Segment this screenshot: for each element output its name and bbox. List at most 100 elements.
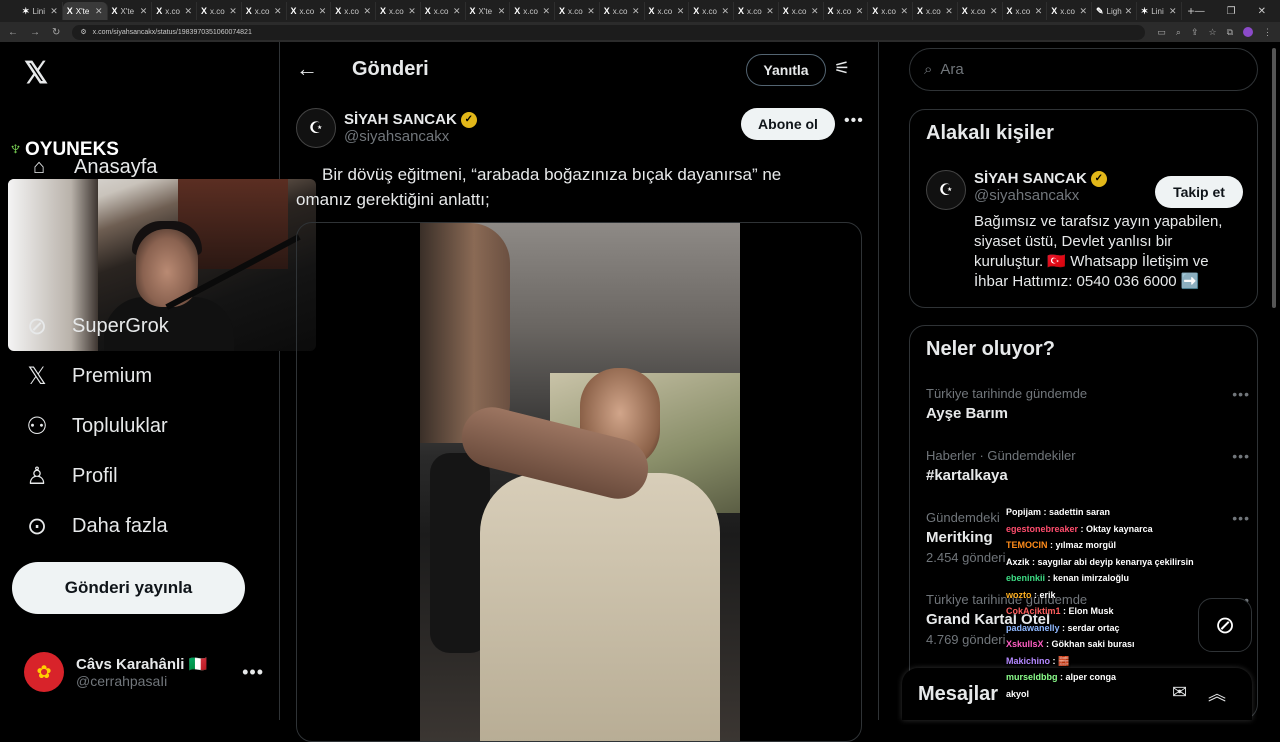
browser-tab[interactable]: X X'te ✕ bbox=[62, 2, 108, 20]
search-input[interactable]: ⌕ Ara bbox=[909, 48, 1258, 91]
tab-close-icon[interactable]: ✕ bbox=[721, 6, 729, 17]
scrollbar[interactable] bbox=[1272, 48, 1276, 308]
browser-tab[interactable]: ✶ Lini ✕ bbox=[1137, 2, 1182, 20]
browser-tab[interactable]: Xx.co ✕ bbox=[555, 2, 600, 20]
expand-chevron-icon[interactable]: ︽ bbox=[1208, 680, 1226, 706]
minimize-icon[interactable]: — bbox=[1195, 6, 1205, 17]
tab-close-icon[interactable]: ✕ bbox=[677, 6, 685, 17]
more-options-icon[interactable]: ••• bbox=[844, 112, 864, 130]
tab-close-icon[interactable]: ✕ bbox=[408, 6, 416, 17]
browser-tab[interactable]: Xx.co ✕ bbox=[376, 2, 421, 20]
tab-close-icon[interactable]: ✕ bbox=[50, 6, 58, 17]
tab-close-icon[interactable]: ✕ bbox=[184, 6, 192, 17]
sidebar-item-premium[interactable]: 𝕏 Premium bbox=[22, 362, 152, 391]
sidebar-item-supergrok[interactable]: ⊘ SuperGrok bbox=[22, 312, 169, 341]
menu-kebab-icon[interactable]: ⋮ bbox=[1263, 27, 1272, 38]
tab-favicon-icon: X bbox=[693, 6, 700, 16]
browser-tab[interactable]: Xx.co ✕ bbox=[421, 2, 466, 20]
reply-button[interactable]: Yanıtla bbox=[746, 54, 826, 86]
post-author[interactable]: ☪ SİYAH SANCAK ✓ @siyahsancakx bbox=[296, 108, 477, 148]
browser-tab[interactable]: Xx.co ✕ bbox=[913, 2, 958, 20]
sidebar-item-daha-fazla[interactable]: ⊙ Daha fazla bbox=[22, 512, 168, 541]
browser-tab[interactable]: Xx.co ✕ bbox=[734, 2, 779, 20]
tab-close-icon[interactable]: ✕ bbox=[95, 6, 103, 17]
browser-tab[interactable]: Xx.co ✕ bbox=[287, 2, 332, 20]
more-options-icon[interactable]: ••• bbox=[1232, 386, 1250, 402]
cast-icon[interactable]: ▭ bbox=[1157, 27, 1166, 38]
browser-tab[interactable]: X X'te ✕ bbox=[466, 2, 511, 20]
tab-close-icon[interactable]: ✕ bbox=[1079, 6, 1087, 17]
tab-close-icon[interactable]: ✕ bbox=[945, 6, 953, 17]
tab-close-icon[interactable]: ✕ bbox=[229, 6, 237, 17]
browser-tab[interactable]: Xx.co ✕ bbox=[510, 2, 555, 20]
tab-close-icon[interactable]: ✕ bbox=[587, 6, 595, 17]
trend-item[interactable]: Haberler · Gündemdekiler #kartalkaya ••• bbox=[926, 448, 1249, 484]
back-nav-icon[interactable]: ← bbox=[8, 27, 18, 38]
browser-tab[interactable]: X X'te ✕ bbox=[108, 2, 153, 20]
browser-tab[interactable]: Xx.co ✕ bbox=[689, 2, 734, 20]
browser-tab[interactable]: Xx.co ✕ bbox=[600, 2, 645, 20]
browser-tab[interactable]: Xx.co ✕ bbox=[331, 2, 376, 20]
share-icon[interactable]: ⇪ bbox=[1191, 27, 1199, 38]
more-options-icon[interactable]: ••• bbox=[1232, 448, 1250, 464]
tab-close-icon[interactable]: ✕ bbox=[856, 6, 864, 17]
zoom-icon[interactable]: ⌕ bbox=[1176, 27, 1181, 38]
address-bar[interactable]: ⚙ x.com/siyahsancakx/status/198397035106… bbox=[72, 24, 1146, 40]
sidebar-item-profil[interactable]: ♙ Profil bbox=[22, 462, 117, 491]
browser-tab[interactable]: Xx.co ✕ bbox=[1003, 2, 1048, 20]
profile-avatar[interactable] bbox=[1243, 26, 1253, 37]
tab-close-icon[interactable]: ✕ bbox=[990, 6, 998, 17]
follow-button[interactable]: Takip et bbox=[1155, 176, 1243, 208]
tab-close-icon[interactable]: ✕ bbox=[900, 6, 908, 17]
bookmark-star-icon[interactable]: ☆ bbox=[1208, 27, 1216, 38]
tab-close-icon[interactable]: ✕ bbox=[766, 6, 774, 17]
tab-close-icon[interactable]: ✕ bbox=[542, 6, 550, 17]
tab-close-icon[interactable]: ✕ bbox=[274, 6, 282, 17]
browser-tab[interactable]: Xx.co ✕ bbox=[1047, 2, 1092, 20]
avatar[interactable]: ☪ bbox=[926, 170, 966, 210]
reload-icon[interactable]: ↻ bbox=[52, 27, 60, 38]
browser-tab[interactable]: Xx.co ✕ bbox=[958, 2, 1003, 20]
more-options-icon[interactable]: ••• bbox=[242, 662, 264, 683]
subscribe-button[interactable]: Abone ol bbox=[741, 108, 835, 140]
tab-favicon-icon: X bbox=[961, 6, 968, 16]
author-avatar[interactable]: ☪ bbox=[296, 108, 336, 148]
browser-tab[interactable]: ✎ Ligh ✕ bbox=[1092, 2, 1137, 20]
account-switcher[interactable]: ✿ Câvs Karahânli 🇮🇹 @cerrahpasaIi ••• bbox=[24, 652, 264, 692]
trend-item[interactable]: Türkiye tarihinde gündemde Ayşe Barım ••• bbox=[926, 386, 1249, 422]
back-arrow-icon[interactable]: ← bbox=[296, 56, 318, 82]
close-window-icon[interactable]: ✕ bbox=[1258, 6, 1266, 17]
more-options-icon[interactable]: ••• bbox=[1232, 510, 1250, 526]
browser-tab[interactable]: ✶ Lini ✕ bbox=[18, 2, 63, 20]
sliders-icon[interactable]: ⚟ bbox=[834, 58, 850, 79]
extensions-icon[interactable]: ⧉ bbox=[1227, 27, 1233, 38]
tab-close-icon[interactable]: ✕ bbox=[453, 6, 461, 17]
restore-icon[interactable]: ❐ bbox=[1227, 6, 1236, 17]
browser-tab[interactable]: Xx.co ✕ bbox=[242, 2, 287, 20]
tab-close-icon[interactable]: ✕ bbox=[498, 6, 506, 17]
sidebar-item-topluluklar[interactable]: ⚇ Topluluklar bbox=[22, 412, 167, 441]
post-media[interactable] bbox=[296, 222, 862, 742]
x-logo-icon[interactable]: 𝕏 bbox=[24, 56, 48, 91]
new-tab-icon[interactable]: + bbox=[1188, 4, 1195, 18]
browser-tab[interactable]: Xx.co ✕ bbox=[824, 2, 869, 20]
post-button[interactable]: Gönderi yayınla bbox=[12, 562, 245, 614]
browser-tab[interactable]: Xx.co ✕ bbox=[868, 2, 913, 20]
site-info-icon[interactable]: ⚙ bbox=[80, 28, 86, 36]
tab-close-icon[interactable]: ✕ bbox=[1125, 6, 1133, 17]
browser-tab[interactable]: Xx.co ✕ bbox=[197, 2, 242, 20]
chat-message: ebeninkii : kenan imirzaloğlu bbox=[1006, 573, 1130, 583]
tab-close-icon[interactable]: ✕ bbox=[140, 6, 148, 17]
browser-tab[interactable]: Xx.co ✕ bbox=[645, 2, 690, 20]
tab-close-icon[interactable]: ✕ bbox=[632, 6, 640, 17]
tab-close-icon[interactable]: ✕ bbox=[811, 6, 819, 17]
tab-close-icon[interactable]: ✕ bbox=[363, 6, 371, 17]
forward-nav-icon[interactable]: → bbox=[30, 27, 40, 38]
tab-close-icon[interactable]: ✕ bbox=[319, 6, 327, 17]
grok-icon[interactable]: ⊘ bbox=[1198, 598, 1252, 652]
browser-tab[interactable]: Xx.co ✕ bbox=[779, 2, 824, 20]
tab-close-icon[interactable]: ✕ bbox=[1035, 6, 1043, 17]
video-player[interactable] bbox=[420, 223, 740, 741]
tab-close-icon[interactable]: ✕ bbox=[1169, 6, 1177, 17]
browser-tab[interactable]: Xx.co ✕ bbox=[152, 2, 197, 20]
